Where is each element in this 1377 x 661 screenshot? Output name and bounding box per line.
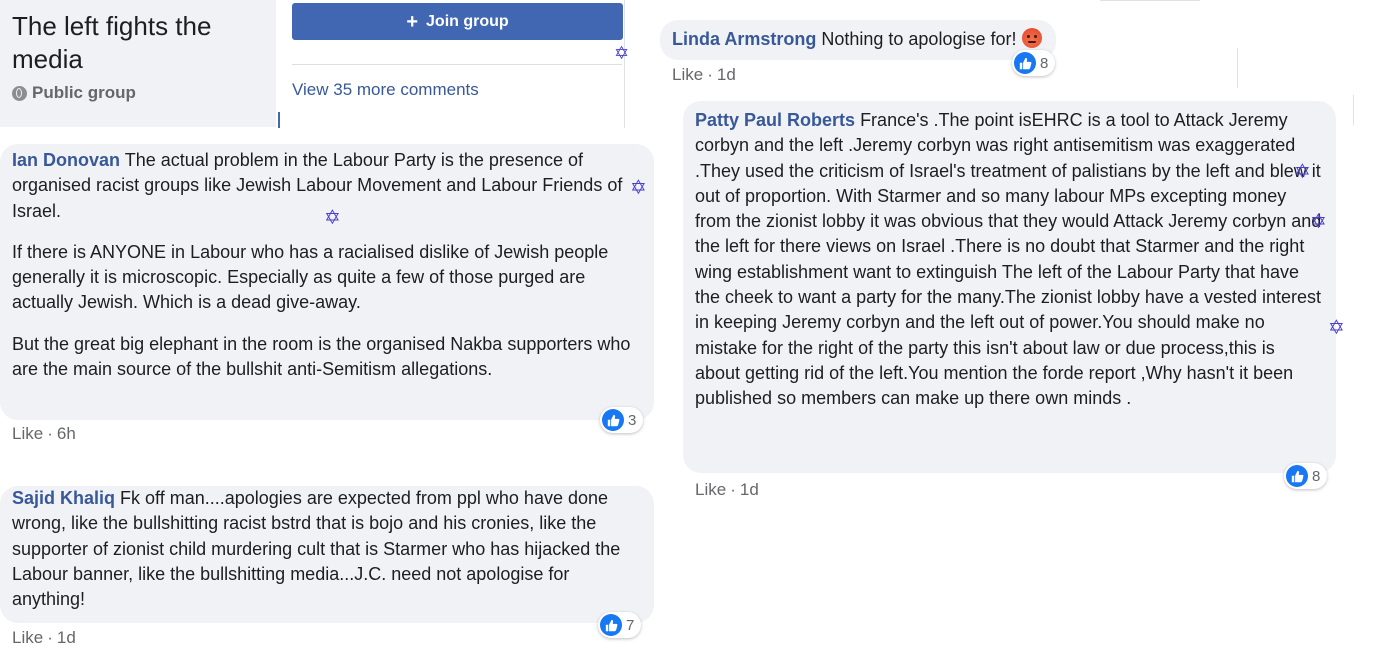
comment-actions: Like · 1d — [672, 65, 736, 85]
collage-edge — [1237, 48, 1238, 88]
star-of-david-icon: ✡ — [1328, 317, 1345, 339]
panel-edge — [624, 0, 625, 128]
comment-time[interactable]: 1d — [740, 480, 759, 499]
reaction-count[interactable]: 8 — [1012, 50, 1056, 76]
like-link[interactable]: Like — [695, 480, 726, 499]
comment-bubble: Ian Donovan The actual problem in the La… — [0, 144, 654, 420]
thumbs-up-icon — [602, 409, 624, 431]
star-of-david-icon: ✡ — [1310, 211, 1327, 233]
separator: · — [730, 480, 736, 499]
comment-text: Nothing to apologise for! — [821, 29, 1017, 49]
group-title[interactable]: The left fights the media — [12, 10, 272, 76]
reaction-number: 8 — [1312, 467, 1321, 485]
comment-author[interactable]: Sajid Khaliq — [12, 488, 115, 508]
collage-edge — [1100, 0, 1200, 1]
star-of-david-icon: ✡ — [1294, 161, 1311, 183]
comment-time[interactable]: 6h — [57, 424, 76, 443]
like-link[interactable]: Like — [12, 424, 43, 443]
panel-edge — [278, 112, 280, 128]
globe-icon — [12, 85, 27, 101]
reaction-count[interactable]: 7 — [598, 612, 642, 638]
star-of-david-icon: ✡ — [630, 177, 647, 199]
comment-author[interactable]: Linda Armstrong — [672, 29, 816, 49]
like-link[interactable]: Like — [672, 65, 703, 84]
comment-bubble: Sajid Khaliq Fk off man....apologies are… — [0, 486, 654, 623]
comment-bubble: Patty Paul Roberts France's .The point i… — [683, 101, 1336, 473]
comment-actions: Like · 1d — [695, 480, 759, 500]
comment-bubble: Linda Armstrong Nothing to apologise for… — [660, 20, 1056, 60]
reaction-count[interactable]: 3 — [600, 407, 644, 433]
comment-actions: Like · 6h — [12, 424, 76, 444]
thumbs-up-icon — [600, 614, 622, 636]
comment-time[interactable]: 1d — [717, 65, 736, 84]
collage-edge — [1353, 95, 1354, 125]
view-more-comments-link[interactable]: View 35 more comments — [292, 80, 479, 100]
like-link[interactable]: Like — [12, 628, 43, 647]
group-privacy: Public group — [12, 83, 136, 103]
comment-time[interactable]: 1d — [57, 628, 76, 647]
thumbs-up-icon — [1286, 465, 1308, 487]
thumbs-up-icon — [1014, 52, 1036, 74]
join-group-button[interactable]: + Join group — [292, 3, 623, 40]
separator: · — [47, 424, 53, 443]
join-group-label: Join group — [426, 12, 509, 30]
comment-actions: Like · 1d — [12, 628, 76, 648]
comment-paragraph: If there is ANYONE in Labour who has a r… — [12, 241, 609, 313]
reaction-number: 7 — [626, 616, 635, 634]
comment-paragraph: But the great big elephant in the room i… — [12, 333, 631, 380]
comment-author[interactable]: Ian Donovan — [12, 150, 120, 170]
comment-text: France's .The point isEHRC is a tool to … — [695, 110, 1322, 409]
plus-icon: + — [406, 10, 419, 33]
angry-emoji-icon — [1021, 28, 1042, 48]
comment-author[interactable]: Patty Paul Roberts — [695, 110, 855, 130]
divider — [292, 64, 622, 65]
separator: · — [707, 65, 713, 84]
separator: · — [47, 628, 53, 647]
star-of-david-icon: ✡ — [614, 43, 630, 63]
reaction-count[interactable]: 8 — [1284, 463, 1328, 489]
group-privacy-label: Public group — [32, 83, 136, 102]
reaction-number: 8 — [1040, 54, 1049, 72]
reaction-number: 3 — [628, 411, 637, 429]
star-of-david-icon: ✡ — [324, 207, 341, 229]
